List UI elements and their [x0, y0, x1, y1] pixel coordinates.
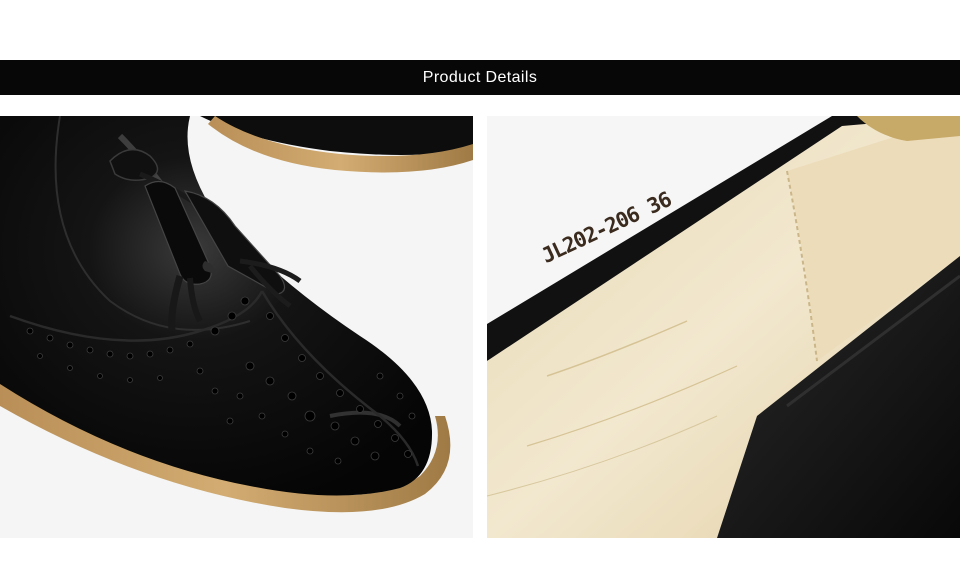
- product-details-banner: Product Details: [0, 60, 960, 95]
- insole-photo: [487, 116, 960, 538]
- loafer-toe-photo: [0, 116, 473, 538]
- banner-title: Product Details: [422, 68, 538, 86]
